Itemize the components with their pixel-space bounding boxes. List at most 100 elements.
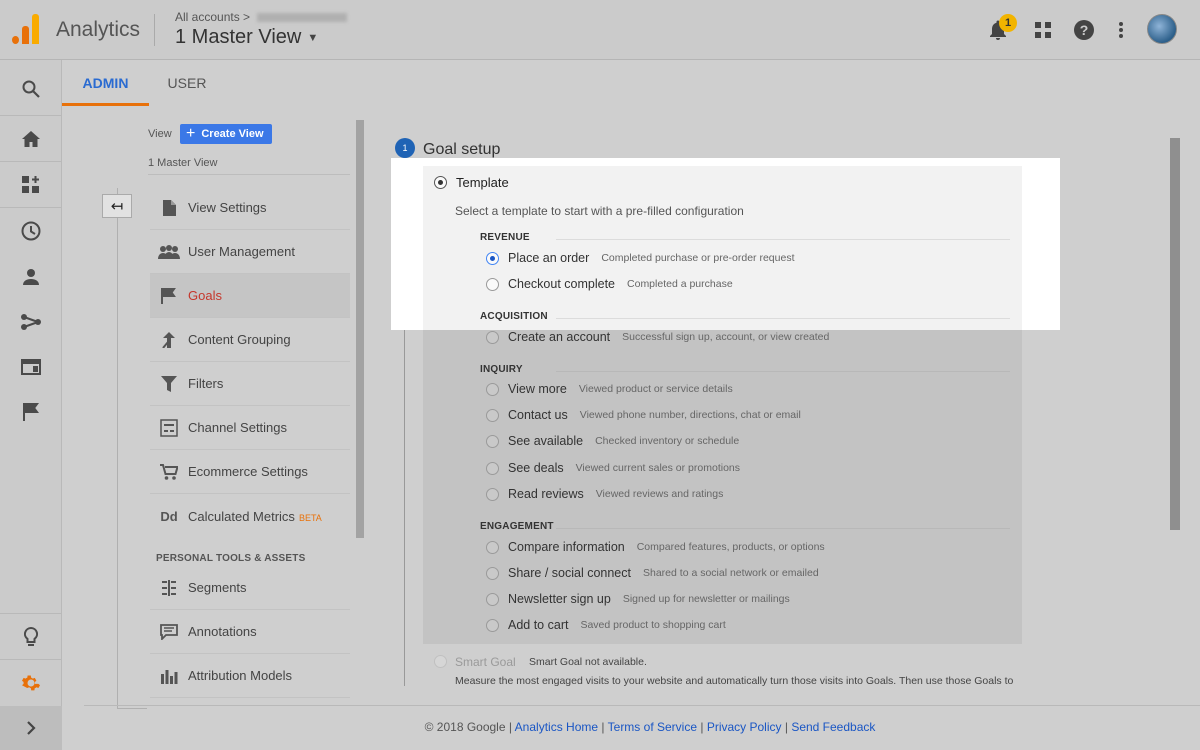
plus-icon: + <box>186 125 196 142</box>
menu-item-view-settings[interactable]: View Settings <box>150 186 350 230</box>
clock-realtime-icon[interactable] <box>0 208 62 254</box>
breadcrumb-separator: > <box>243 10 251 24</box>
help-icon[interactable]: ? <box>1072 18 1096 42</box>
view-selector[interactable]: 1 Master View ▼ <box>175 26 318 49</box>
admin-gear-icon[interactable] <box>0 660 62 706</box>
menu-item-annotations[interactable]: Annotations <box>150 610 350 654</box>
people-group-icon <box>150 244 188 259</box>
option-share-social-connect[interactable]: Share / social connect Shared to a socia… <box>486 564 819 582</box>
radio-unselected[interactable] <box>486 461 499 475</box>
search-icon[interactable] <box>0 66 62 112</box>
option-add-to-cart[interactable]: Add to cart Saved product to shopping ca… <box>486 616 726 634</box>
smart-goal-label: Smart Goal <box>455 655 516 669</box>
radio-unselected[interactable] <box>486 277 499 291</box>
header-divider <box>154 14 155 46</box>
option-see-deals[interactable]: See deals Viewed current sales or promot… <box>486 459 740 477</box>
blurred-account-name <box>257 13 348 23</box>
behavior-window-icon[interactable] <box>0 344 62 390</box>
radio-unselected[interactable] <box>486 566 499 580</box>
svg-text:?: ? <box>1080 22 1089 38</box>
menu-item-ecommerce-settings[interactable]: Ecommerce Settings <box>150 450 350 494</box>
option-see-available[interactable]: See available Checked inventory or sched… <box>486 432 739 450</box>
menu-item-content-grouping[interactable]: Content Grouping <box>150 318 350 362</box>
view-selector-label: 1 Master View <box>175 26 302 48</box>
person-audience-icon[interactable] <box>0 254 62 300</box>
shopping-cart-icon <box>150 463 188 480</box>
document-icon <box>150 199 188 216</box>
template-label: Template <box>456 175 509 190</box>
option-newsletter-sign-up[interactable]: Newsletter sign up Signed up for newslet… <box>486 590 790 608</box>
view-column-label: View <box>148 128 172 140</box>
left-nav-rail <box>0 60 62 750</box>
radio-unselected[interactable] <box>486 592 499 606</box>
option-create-an-account[interactable]: Create an account Successful sign up, ac… <box>486 328 829 346</box>
top-header: Analytics All accounts > 1 Master View ▼ … <box>0 0 1200 60</box>
channel-settings-icon <box>150 418 188 437</box>
menu-item-goals[interactable]: Goals <box>150 274 350 318</box>
acquisition-branch-icon[interactable] <box>0 299 62 345</box>
template-radio[interactable] <box>434 176 447 189</box>
radio-unselected[interactable] <box>486 540 499 554</box>
footer-copyright: © 2018 Google <box>424 720 506 734</box>
user-avatar[interactable] <box>1147 14 1177 44</box>
smart-goal-radio-disabled[interactable] <box>434 655 447 668</box>
calculated-metrics-dd-icon: Dd <box>160 508 178 524</box>
create-view-button[interactable]: + Create View <box>180 124 272 144</box>
radio-unselected[interactable] <box>486 487 499 501</box>
template-description: Select a template to start with a pre-fi… <box>455 204 744 218</box>
radio-unselected[interactable] <box>486 408 499 422</box>
back-arrow-button[interactable]: ↤ <box>102 194 132 218</box>
category-inquiry: INQUIRY <box>480 364 523 375</box>
radio-unselected[interactable] <box>486 330 499 344</box>
tab-admin[interactable]: ADMIN <box>62 60 149 106</box>
customization-dashboard-icon[interactable] <box>0 162 62 208</box>
breadcrumb-all-accounts[interactable]: All accounts <box>175 10 240 24</box>
notification-badge: 1 <box>999 14 1017 32</box>
smart-goal-description: Measure the most engaged visits to your … <box>455 675 1014 687</box>
category-acquisition: ACQUISITION <box>480 311 548 322</box>
content-scrollbar[interactable] <box>1170 138 1180 530</box>
smart-goal-status: Smart Goal not available. <box>529 656 647 668</box>
lightbulb-icon[interactable] <box>0 614 62 660</box>
option-compare-information[interactable]: Compare information Compared features, p… <box>486 538 825 556</box>
apps-grid-icon[interactable] <box>1031 18 1055 42</box>
footer-link-analytics-home[interactable]: Analytics Home <box>515 720 598 734</box>
category-engagement: ENGAGEMENT <box>480 521 554 532</box>
conversions-flag-icon[interactable] <box>0 389 62 435</box>
tab-user[interactable]: USER <box>157 60 217 106</box>
home-icon[interactable] <box>0 116 62 162</box>
menu-item-attribution-models[interactable]: Attribution Models <box>150 654 350 698</box>
personal-tools-heading: PERSONAL TOOLS & ASSETS <box>156 553 306 564</box>
option-view-more[interactable]: View more Viewed product or service deta… <box>486 380 733 398</box>
selected-view-label[interactable]: 1 Master View <box>148 157 218 169</box>
menu-item-segments[interactable]: Segments <box>150 566 350 610</box>
radio-selected[interactable] <box>486 251 499 265</box>
page-footer: © 2018 Google | Analytics Home | Terms o… <box>424 720 876 734</box>
radio-unselected[interactable] <box>486 434 499 448</box>
view-column-scrollbar[interactable] <box>356 120 364 538</box>
radio-unselected[interactable] <box>486 382 499 396</box>
caret-down-icon: ▼ <box>307 31 319 44</box>
menu-item-filters[interactable]: Filters <box>150 362 350 406</box>
content-grouping-icon <box>150 331 188 348</box>
footer-link-send-feedback[interactable]: Send Feedback <box>791 720 875 734</box>
option-checkout-complete[interactable]: Checkout complete Completed a purchase <box>486 275 733 293</box>
footer-link-terms-of-service[interactable]: Terms of Service <box>608 720 697 734</box>
beta-badge: BETA <box>298 512 322 523</box>
option-place-an-order[interactable]: Place an order Completed purchase or pre… <box>486 249 795 267</box>
footer-link-privacy-policy[interactable]: Privacy Policy <box>707 720 782 734</box>
goal-setup-title: Goal setup <box>423 141 501 158</box>
admin-user-tabs: ADMIN USER <box>62 60 1200 106</box>
back-arrow-icon: ↤ <box>110 198 124 215</box>
menu-item-calculated-metrics[interactable]: Dd Calculated Metrics BETA <box>150 494 350 538</box>
menu-item-channel-settings[interactable]: Channel Settings <box>150 406 350 450</box>
option-read-reviews[interactable]: Read reviews Viewed reviews and ratings <box>486 485 723 503</box>
radio-unselected[interactable] <box>486 618 499 632</box>
menu-item-user-management[interactable]: User Management <box>150 230 350 274</box>
option-contact-us[interactable]: Contact us Viewed phone number, directio… <box>486 406 801 424</box>
step-number-badge: 1 <box>395 138 415 158</box>
app-name: Analytics <box>56 18 141 41</box>
more-vert-icon[interactable] <box>1109 18 1133 42</box>
breadcrumb[interactable]: All accounts > <box>175 10 348 24</box>
filter-funnel-icon <box>150 375 188 392</box>
